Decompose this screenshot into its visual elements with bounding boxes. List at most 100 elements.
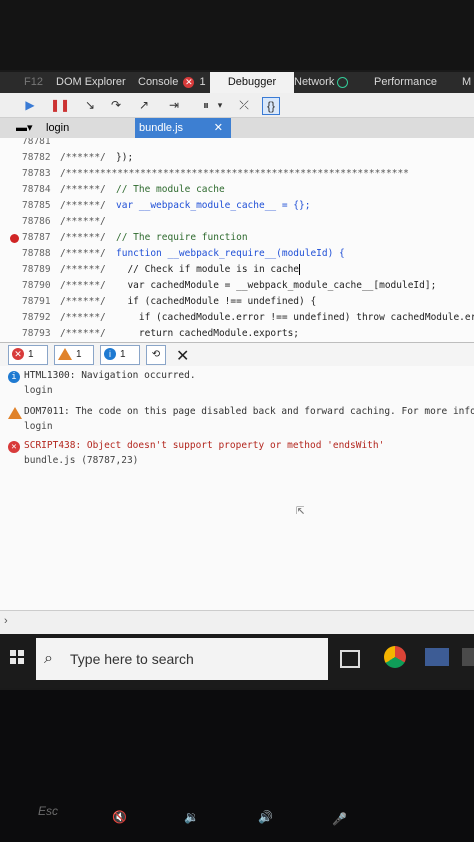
code-line: 78786 /******/ — [0, 214, 474, 230]
disable-breakpoints-icon[interactable]: ⤫ — [236, 97, 252, 113]
clear-on-navigate-icon[interactable]: ⟲ — [146, 345, 166, 365]
code-line-breakpoint[interactable]: 78787 /******/ // The require function — [0, 230, 474, 246]
mute-key-icon: 🔇 — [112, 810, 127, 824]
file-tab-bundle[interactable]: bundle.js ✕ — [135, 118, 231, 138]
code-gutter-comment: /***************************************… — [60, 168, 409, 179]
tab-console[interactable]: Console ✕ 1 — [132, 72, 212, 93]
filter-info-button[interactable]: i1 — [100, 345, 140, 365]
break-on-new-worker-icon[interactable]: ⇥ — [166, 97, 182, 113]
message-text: HTML1300: Navigation occurred. — [24, 370, 196, 381]
code-text: var __webpack_module_cache__ = {}; — [116, 200, 311, 211]
code-line: 78782 /******/ }); — [0, 150, 474, 166]
code-text: // Check if module is in cache — [116, 264, 300, 275]
chrome-icon[interactable] — [384, 646, 406, 668]
close-icon[interactable]: ✕ — [214, 118, 223, 138]
tab-debugger[interactable]: Debugger — [210, 72, 294, 93]
console-message-info[interactable]: i HTML1300: Navigation occurred. login — [0, 370, 474, 400]
search-placeholder: Type here to search — [70, 651, 194, 667]
warnings-count: 1 — [76, 349, 82, 360]
source-code-viewer[interactable]: 78781 78782 /******/ }); 78783 /********… — [0, 138, 474, 342]
pretty-print-icon[interactable]: {} — [262, 97, 280, 115]
code-text: // The require function — [116, 232, 248, 243]
line-number: 78790 — [22, 280, 51, 291]
filter-warnings-button[interactable]: 1 — [54, 345, 94, 365]
code-gutter-comment: /******/ — [60, 200, 106, 211]
code-line: 78781 — [0, 138, 474, 150]
tab-network[interactable]: Network — [288, 72, 354, 93]
clear-console-icon[interactable]: ✕ — [176, 346, 189, 366]
breakpoint-icon[interactable] — [10, 234, 19, 243]
code-line: 78785 /******/ var __webpack_module_cach… — [0, 198, 474, 214]
line-number: 78783 — [22, 168, 51, 179]
scroll-right-icon[interactable]: › — [4, 615, 8, 627]
console-message-warning[interactable]: DOM7011: The code on this page disabled … — [0, 406, 474, 436]
key-esc: Esc — [38, 804, 59, 818]
code-text-cursor-line: // Check if module is in cache — [116, 262, 301, 278]
console-message-error[interactable]: ✕ SCRIPT438: Object doesn't support prop… — [0, 440, 474, 470]
line-number: 78793 — [22, 328, 51, 339]
windows-taskbar: ⌕ Type here to search — [0, 634, 474, 688]
code-text: }); — [116, 152, 134, 163]
tab-performance[interactable]: Performance — [368, 72, 443, 93]
app-icon-partial[interactable] — [462, 648, 474, 666]
line-number: 78792 — [22, 312, 51, 323]
message-source-link[interactable]: login — [24, 421, 53, 432]
line-number: 78784 — [22, 184, 51, 195]
screen: F12 DOM Explorer Console ✕ 1 Debugger Ne… — [0, 0, 474, 690]
code-gutter-comment: /******/ — [60, 184, 106, 195]
record-icon — [337, 76, 349, 88]
code-gutter-comment: /******/ — [60, 232, 106, 243]
debugger-toolbar: ▶ ❚❚ ↘ ↷ ↗ ⇥ ⏸ ▾ ⤫ {} — [0, 93, 474, 118]
step-over-icon[interactable]: ↷ — [108, 97, 124, 113]
tab-console-count: 1 — [199, 76, 206, 88]
folder-icon[interactable]: ▬▾ — [16, 118, 33, 138]
horizontal-scrollbar[interactable]: › — [0, 610, 474, 635]
console-filter-bar: ✕ 1 1 i1 ⟲ ✕ — [0, 342, 474, 368]
file-tab-bundle-label: bundle.js — [139, 122, 184, 134]
code-line: 78789 /******/ // Check if module is in … — [0, 262, 474, 278]
console-output[interactable]: i HTML1300: Navigation occurred. login D… — [0, 366, 474, 610]
code-gutter-comment: /******/ — [60, 264, 106, 275]
line-number: 78787 — [22, 232, 51, 243]
volume-up-key-icon: 🔊 — [258, 810, 273, 824]
task-view-icon[interactable] — [340, 650, 360, 668]
line-number: 78782 — [22, 152, 51, 163]
code-gutter-comment: /******/ — [60, 296, 106, 307]
line-number: 78791 — [22, 296, 51, 307]
windows-start-icon[interactable] — [10, 650, 24, 664]
code-line: 78790 /******/ var cachedModule = __webp… — [0, 278, 474, 294]
code-line: 78792 /******/ if (cachedModule.error !=… — [0, 310, 474, 326]
screen-top-area — [0, 0, 474, 70]
file-tabs: ▬▾ login bundle.js ✕ — [0, 118, 474, 138]
chevron-down-icon[interactable]: ▾ — [212, 97, 228, 113]
message-source-link[interactable]: login — [24, 385, 53, 396]
tab-f12[interactable]: F12 — [18, 72, 49, 93]
code-text: return cachedModule.exports; — [116, 328, 300, 339]
devtools-tab-bar: F12 DOM Explorer Console ✕ 1 Debugger Ne… — [0, 72, 474, 93]
tab-overflow[interactable]: M — [456, 72, 474, 93]
message-text: SCRIPT438: Object doesn't support proper… — [24, 440, 385, 451]
file-tab-login[interactable]: login — [46, 118, 69, 138]
step-into-icon[interactable]: ↘ — [82, 97, 98, 113]
line-number: 78786 — [22, 216, 51, 227]
tab-dom-explorer[interactable]: DOM Explorer — [50, 72, 132, 93]
continue-icon[interactable]: ▶ — [22, 97, 38, 113]
break-icon[interactable]: ❚❚ — [50, 97, 70, 113]
code-text: function __webpack_require__(moduleId) { — [116, 248, 345, 259]
error-icon: ✕ — [8, 441, 20, 453]
code-line: 78788 /******/ function __webpack_requir… — [0, 246, 474, 262]
taskbar-search-box[interactable]: ⌕ Type here to search — [36, 638, 328, 680]
tab-network-label: Network — [294, 76, 335, 88]
volume-down-key-icon: 🔉 — [184, 810, 199, 824]
filter-errors-button[interactable]: ✕ 1 — [8, 345, 48, 365]
warning-icon — [8, 407, 22, 419]
message-source-link[interactable]: bundle.js (78787,23) — [24, 455, 138, 466]
mic-key-icon: 🎤 — [332, 812, 347, 826]
step-out-icon[interactable]: ↗ — [136, 97, 152, 113]
code-line: 78793 /******/ return cachedModule.expor… — [0, 326, 474, 342]
app-icon[interactable] — [425, 648, 449, 666]
code-gutter-comment: /******/ — [60, 248, 106, 259]
errors-count: 1 — [28, 349, 34, 360]
code-text: var cachedModule = __webpack_module_cach… — [116, 280, 437, 291]
line-number: 78789 — [22, 264, 51, 275]
